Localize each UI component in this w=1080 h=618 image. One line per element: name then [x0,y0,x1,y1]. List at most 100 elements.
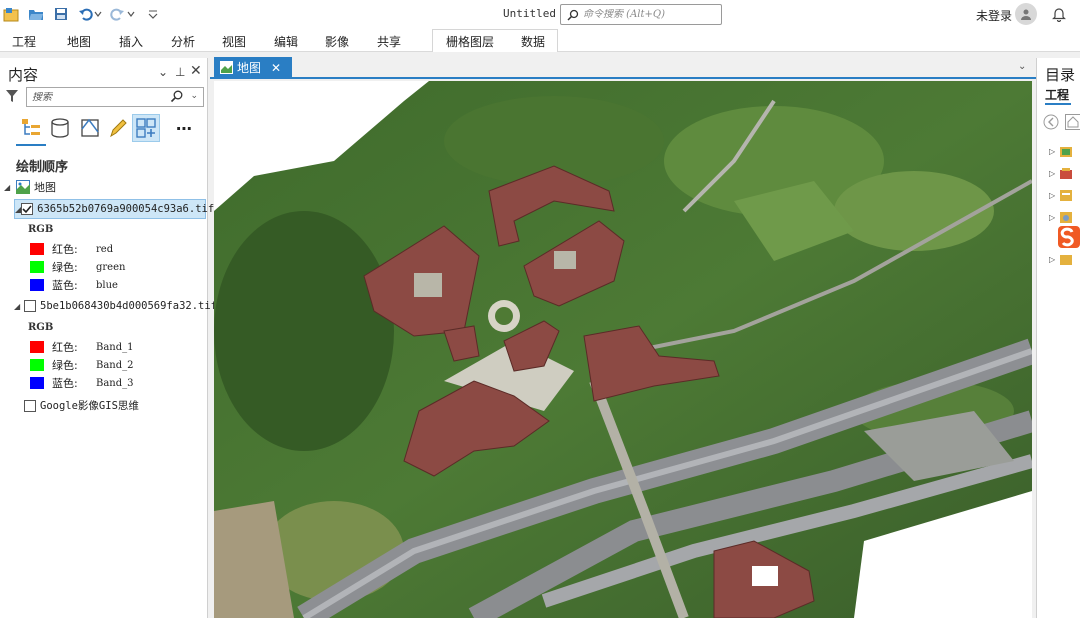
bell-icon[interactable] [1049,4,1069,24]
contents-pane-title: 内容 [8,66,39,84]
tab-insert[interactable]: 插入 [119,33,143,50]
avatar[interactable] [1015,3,1037,25]
red-swatch [30,341,44,353]
search-icon [567,9,579,21]
tab-edit[interactable]: 编辑 [274,33,298,50]
map-node-label: 地图 [34,181,56,194]
back-icon[interactable] [1043,114,1059,130]
input-method-icon [1057,225,1080,249]
filter-icon[interactable] [5,89,19,106]
pin-icon[interactable]: ⊥ [175,65,185,79]
toolbox-icon [1060,168,1072,179]
layer-row-2[interactable]: ◢ 5be1b068430b4d000569fa32.tif [14,300,217,312]
chevron-down-icon[interactable]: ⌄ [190,91,198,101]
layer-name-1: 6365b52b0769a900054c93a6.tif [37,203,215,215]
band-row: 红色: red [30,241,113,257]
band-row: 蓝色: Band_3 [30,375,134,391]
band-row: 绿色: green [30,259,125,275]
collapse-icon[interactable]: ◢ [14,302,24,311]
tab-view[interactable]: 视图 [222,33,246,50]
collapse-icon[interactable]: ◢ [4,183,14,192]
catalog-pane-title: 目录 [1045,66,1076,84]
catalog-item-styles[interactable]: ▷ [1049,210,1073,224]
band-value: Band_3 [96,377,134,389]
command-search-input[interactable] [583,9,718,20]
blue-swatch [30,377,44,389]
red-swatch [30,243,44,255]
redo-dropdown-icon[interactable] [126,5,136,23]
map-view-tab[interactable]: 地图 ✕ [214,57,292,78]
style-icon [1060,212,1072,223]
map-icon [220,61,233,74]
drawing-order-heading: 绘制顺序 [16,160,69,175]
more-options-icon[interactable]: ⋯ [170,114,198,142]
ribbon-tab-bar: 工程 地图 插入 分析 视图 编辑 影像 共享 栅格图层 数据 [0,29,1080,52]
band-label: 红色: [52,243,78,256]
list-by-editing-icon[interactable] [104,114,132,142]
contents-search-input[interactable] [32,91,162,103]
renderer-label-2: RGB [28,322,54,333]
database-icon [1060,190,1072,201]
layer-row-1[interactable]: ◢ 6365b52b0769a900054c93a6.tif [14,199,214,219]
list-by-data-source-icon[interactable] [46,114,74,142]
band-label: 红色: [52,341,78,354]
map-canvas[interactable] [214,81,1032,618]
basemap-name: Google影像GIS思维 [40,400,139,412]
redo-icon[interactable] [108,5,126,23]
band-value: blue [96,279,118,291]
band-row: 红色: Band_1 [30,339,134,355]
tab-analysis[interactable]: 分析 [171,33,195,50]
band-row: 蓝色: blue [30,277,118,293]
tab-raster-layer[interactable]: 栅格图层 [446,33,494,50]
list-by-selection-icon[interactable] [76,114,104,142]
folder-icon [1060,147,1072,157]
tab-project[interactable]: 工程 [12,33,36,50]
band-label: 绿色: [52,359,78,372]
layer-visibility-checkbox-2[interactable] [24,300,36,312]
catalog-item-databases[interactable]: ▷ [1049,188,1073,202]
undo-dropdown-icon[interactable] [93,5,103,23]
blue-swatch [30,279,44,291]
layer-name-2: 5be1b068430b4d000569fa32.tif [40,300,218,312]
open-folder-icon[interactable] [27,5,45,23]
contents-search-box[interactable]: ⌄ [26,87,204,107]
catalog-item-folders[interactable]: ▷ [1049,252,1073,266]
close-icon[interactable]: ✕ [190,63,202,79]
green-swatch [30,359,44,371]
map-view-tab-label: 地图 [237,61,262,75]
catalog-item-toolboxes[interactable]: ▷ [1049,166,1073,180]
basemap-visibility-checkbox[interactable] [24,399,36,412]
list-by-drawing-order-icon[interactable] [17,114,45,142]
tab-imagery[interactable]: 影像 [325,33,349,50]
band-value: Band_2 [96,359,134,371]
close-icon[interactable]: ✕ [271,61,281,75]
tab-data[interactable]: 数据 [521,33,545,50]
active-tab-indicator [1045,103,1071,105]
layer-visibility-checkbox-1[interactable] [21,203,34,215]
band-label: 绿色: [52,261,78,274]
layer-row-basemap[interactable]: Google影像GIS思维 [24,398,139,413]
catalog-pane: 目录 工程 ▷ ▷ ▷ ▷ ▷ [1036,58,1080,618]
chevron-down-icon[interactable]: ⌄ [1018,61,1026,72]
map-icon [16,180,30,194]
renderer-label-1: RGB [28,224,54,235]
catalog-tab-project[interactable]: 工程 [1045,86,1069,103]
customize-qat-icon[interactable] [146,5,160,23]
contents-pane: 内容 ⌄ ⊥ ✕ ⌄ ⋯ 绘制顺序 ◢ 地图 ◢ 6365b52b0769a90… [0,58,217,618]
save-icon[interactable] [52,5,70,23]
list-by-snapping-icon[interactable] [132,114,160,142]
new-project-icon[interactable] [2,5,20,23]
catalog-item-maps[interactable]: ▷ [1049,144,1073,158]
band-value: green [96,261,126,273]
tab-map[interactable]: 地图 [67,33,91,50]
home-icon[interactable] [1065,114,1080,130]
pane-options-icon[interactable]: ⌄ [158,65,168,79]
green-swatch [30,261,44,273]
tree-node-map[interactable]: ◢ 地图 [4,179,56,195]
command-search-box[interactable] [560,4,722,25]
sign-in-status[interactable]: 未登录 [976,7,1012,24]
tab-share[interactable]: 共享 [377,33,401,50]
search-icon [170,90,183,103]
folder-icon [1060,255,1072,265]
band-row: 绿色: Band_2 [30,357,134,373]
